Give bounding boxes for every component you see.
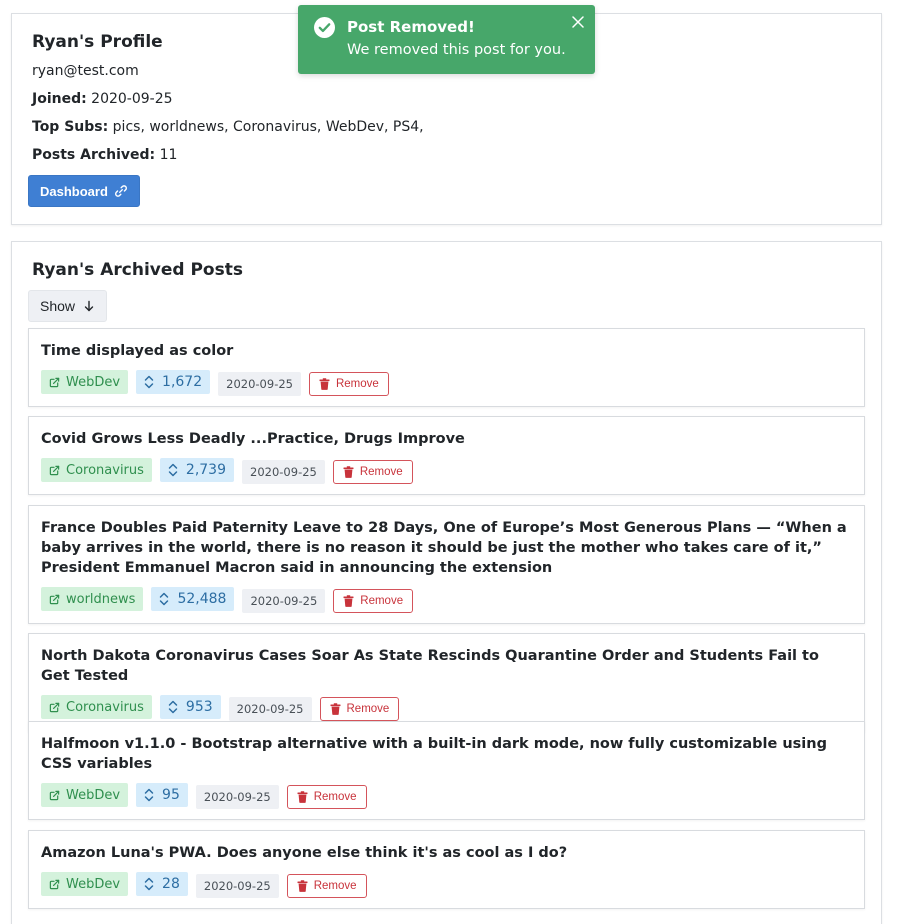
subreddit-badge[interactable]: Coronavirus: [41, 458, 152, 482]
external-link-icon: [49, 879, 60, 889]
subreddit-badge[interactable]: Coronavirus: [41, 695, 152, 719]
subreddit-badge[interactable]: worldnews: [41, 587, 144, 611]
post-title[interactable]: Covid Grows Less Deadly ...Practice, Dru…: [41, 429, 852, 449]
close-icon[interactable]: [572, 16, 584, 28]
post-date: 2020-09-25: [195, 874, 279, 898]
score-value: 2,739: [185, 462, 227, 478]
post-title[interactable]: Time displayed as color: [41, 341, 852, 361]
trash-icon: [343, 595, 354, 607]
archived-posts-title: Ryan's Archived Posts: [32, 260, 243, 280]
post-meta: WebDev 1,672 2020-09-25 Remove: [41, 368, 852, 396]
remove-label: Remove: [335, 378, 379, 390]
sort-arrows-icon: [160, 592, 169, 606]
sort-arrows-icon: [168, 700, 178, 714]
remove-label: Remove: [313, 791, 357, 803]
score-value: 52,488: [177, 591, 227, 607]
post-meta: WebDev 95 2020-09-25 Remove: [41, 781, 852, 809]
post-item: Covid Grows Less Deadly ...Practice, Dru…: [28, 416, 865, 495]
post-meta: worldnews 52,488 2020-09-25 Remove: [41, 585, 852, 613]
post-meta: Coronavirus 2,739 2020-09-25 Remove: [41, 456, 852, 484]
remove-button[interactable]: Remove: [286, 785, 367, 809]
link-icon: [114, 185, 127, 197]
dashboard-button[interactable]: Dashboard: [28, 175, 140, 207]
score-badge: 28: [136, 872, 188, 896]
subreddit-name: worldnews: [66, 591, 136, 607]
trash-icon: [297, 880, 308, 892]
subreddit-name: WebDev: [66, 876, 121, 892]
post-date: 2020-09-25: [242, 460, 325, 484]
external-link-icon: [49, 465, 60, 475]
trash-icon: [343, 466, 354, 478]
sort-arrows-icon: [168, 463, 178, 477]
subreddit-badge[interactable]: WebDev: [41, 783, 129, 807]
show-toggle-button[interactable]: Show: [28, 290, 108, 322]
post-item: Time displayed as color WebDev 1,672 2020-0…: [28, 328, 865, 407]
score-badge: 2,739: [159, 458, 235, 482]
remove-button[interactable]: Remove: [319, 697, 400, 721]
toast-notification: Post Removed! We removed this post for y…: [298, 5, 595, 74]
sort-arrows-icon: [144, 375, 154, 389]
post-item: Halfmoon v1.1.0 - Bootstrap alternative …: [28, 721, 865, 820]
external-link-icon: [49, 702, 60, 712]
profile-joined: Joined: 2020-09-25: [32, 90, 861, 108]
posts-archived-label: Posts Archived:: [32, 147, 156, 163]
sort-arrows-icon: [144, 788, 154, 802]
remove-label: Remove: [359, 466, 403, 478]
post-meta: Coronavirus 953 2020-09-25 Remove: [41, 693, 852, 721]
remove-label: Remove: [346, 703, 390, 715]
subreddit-badge[interactable]: WebDev: [41, 872, 129, 896]
subreddit-badge[interactable]: WebDev: [41, 370, 129, 394]
check-circle-icon: [314, 17, 335, 38]
score-value: 1,672: [162, 374, 203, 390]
post-title[interactable]: Halfmoon v1.1.0 - Bootstrap alternative …: [41, 734, 852, 774]
top-subs-label: Top Subs:: [32, 119, 109, 135]
trash-icon: [297, 791, 308, 803]
post-meta: WebDev 28 2020-09-25 Remove: [41, 870, 852, 898]
score-badge: 953: [159, 695, 221, 719]
score-badge: 1,672: [136, 370, 211, 394]
remove-button[interactable]: Remove: [308, 372, 389, 396]
subreddit-name: Coronavirus: [66, 699, 144, 715]
show-label: Show: [40, 298, 76, 314]
remove-button[interactable]: Remove: [333, 589, 414, 613]
trash-icon: [330, 703, 340, 715]
post-item: Amazon Luna's PWA. Does anyone else thin…: [28, 830, 865, 909]
external-link-icon: [49, 790, 60, 800]
post-item: North Dakota Coronavirus Cases Soar As S…: [28, 633, 865, 732]
dashboard-button-label: Dashboard: [40, 183, 108, 199]
sort-arrows-icon: [144, 877, 154, 891]
post-title[interactable]: Amazon Luna's PWA. Does anyone else thin…: [41, 843, 852, 863]
trash-icon: [319, 378, 330, 390]
post-date: 2020-09-25: [228, 697, 312, 721]
arrow-down-icon: [84, 300, 94, 312]
toast-message: We removed this post for you.: [347, 42, 566, 58]
score-badge: 52,488: [151, 587, 235, 611]
subreddit-name: WebDev: [66, 787, 121, 803]
score-value: 28: [162, 876, 180, 892]
subreddit-name: Coronavirus: [66, 462, 144, 478]
external-link-icon: [49, 377, 60, 387]
joined-value: 2020-09-25: [91, 91, 173, 107]
post-title[interactable]: North Dakota Coronavirus Cases Soar As S…: [41, 646, 852, 686]
score-value: 95: [162, 787, 180, 803]
joined-label: Joined:: [32, 91, 87, 107]
top-subs-value: pics, worldnews, Coronavirus, WebDev, PS…: [112, 119, 424, 135]
external-link-icon: [49, 594, 60, 604]
subreddit-name: WebDev: [66, 374, 121, 390]
remove-button[interactable]: Remove: [286, 874, 367, 898]
post-title[interactable]: France Doubles Paid Paternity Leave to 2…: [41, 518, 852, 578]
score-badge: 95: [136, 783, 188, 807]
remove-label: Remove: [313, 880, 357, 892]
remove-label: Remove: [360, 595, 404, 607]
profile-top-subs: Top Subs: pics, worldnews, Coronavirus, …: [32, 118, 861, 136]
profile-posts-archived: Posts Archived: 11: [32, 146, 861, 164]
post-item: France Doubles Paid Paternity Leave to 2…: [28, 505, 865, 624]
post-date: 2020-09-25: [218, 372, 301, 396]
score-value: 953: [185, 699, 213, 715]
post-date: 2020-09-25: [195, 785, 279, 809]
posts-archived-value: 11: [159, 147, 178, 163]
remove-button[interactable]: Remove: [332, 460, 413, 484]
toast-title: Post Removed!: [347, 18, 475, 36]
post-date: 2020-09-25: [242, 589, 326, 613]
